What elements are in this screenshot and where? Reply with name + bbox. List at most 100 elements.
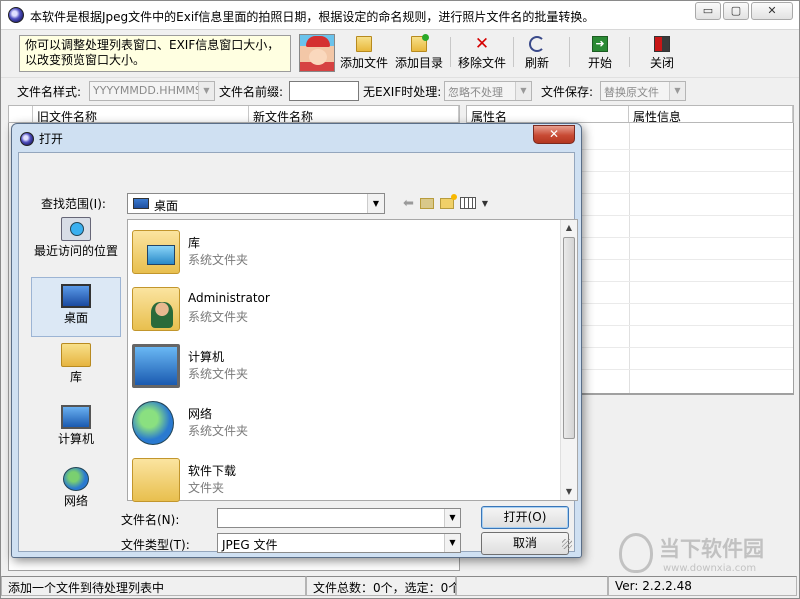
watermark-url: www.downxia.com [663,563,757,574]
close-app-button[interactable]: 关闭 [646,34,678,74]
list-item[interactable]: 软件下载 文件夹 [132,452,552,508]
save-mode-select[interactable]: 替换原文件 ▼ [600,81,686,101]
tip-text: 你可以调整处理列表窗口、EXIF信息窗口大小，以改变预览窗口大小。 [19,35,291,72]
chevron-down-icon: ▼ [198,82,214,100]
library-icon [132,230,180,274]
chevron-down-icon[interactable]: ▼ [482,199,488,208]
toolbar-separator [569,37,570,67]
dialog-close-button[interactable]: ✕ [533,125,575,144]
filename-prefix-label: 文件名前缀: [219,85,284,99]
add-folder-icon [411,34,429,52]
watermark: 当下软件园 www.downxia.com [619,531,795,579]
open-dialog: 打开 ✕ 查找范围(I): 桌面 ▼ ⬅ ▼ 最近访问的位置 桌面 库 计算机 … [11,123,582,558]
close-app-icon [654,36,670,52]
filename-prefix-input[interactable] [289,81,359,101]
place-desktop[interactable]: 桌面 [31,277,121,337]
file-browser-list[interactable]: 库 系统文件夹 Administrator 系统文件夹 计算机 系统文件夹 网络… [127,219,578,502]
scroll-up-icon[interactable]: ▲ [561,220,577,236]
place-library[interactable]: 库 [31,343,121,395]
look-in-value: 桌面 [154,199,179,213]
watermark-brand: 当下软件园 [659,537,764,561]
dialog-nav-toolbar: ⬅ ▼ [403,193,488,211]
recent-places-icon [61,217,91,241]
filename-pattern-select[interactable]: YYYYMMDD.HHMMSS ▼ [89,81,215,101]
cancel-button[interactable]: 取消 [481,532,569,555]
column-attr-info[interactable]: 属性信息 [629,106,793,122]
back-arrow-icon[interactable]: ⬅ [403,196,414,211]
chevron-down-icon: ▼ [367,194,384,213]
remove-icon: ✕ [474,34,490,54]
list-item[interactable]: 网络 系统文件夹 [132,395,552,451]
column-old-name[interactable]: 旧文件名称 [33,106,249,122]
filetype-select[interactable]: JPEG 文件 ▼ [217,533,461,553]
filename-label: 文件名(N): [121,513,180,527]
file-type: 系统文件夹 [188,424,249,438]
column-new-name[interactable]: 新文件名称 [249,106,459,122]
library-icon [61,343,91,367]
add-folder-button[interactable]: 添加目录 [394,34,444,74]
toolbar-separator [629,37,630,67]
chevron-down-icon: ▼ [444,509,460,527]
options-row: 文件名样式: YYYYMMDD.HHMMSS ▼ 文件名前缀: 无EXIF时处理… [1,77,799,102]
start-label: 开始 [587,56,612,70]
refresh-button[interactable]: 刷新 [519,34,555,74]
status-message: 添加一个文件到待处理列表中 [1,576,306,596]
file-type: 系统文件夹 [188,253,249,267]
column-attr-name[interactable]: 属性名 [467,106,629,122]
no-exif-label: 无EXIF时处理: [363,85,442,99]
start-icon: ➜ [592,36,608,52]
up-folder-icon[interactable] [419,197,434,209]
file-name: 库 [188,236,201,250]
file-name: 计算机 [188,350,225,364]
add-file-button[interactable]: 添加文件 [339,34,389,74]
filename-input[interactable]: ▼ [217,508,461,528]
list-item[interactable]: Administrator 系统文件夹 [132,281,552,337]
close-window-button[interactable]: ✕ [751,2,793,20]
file-type: 系统文件夹 [188,367,249,381]
app-icon [20,132,34,146]
save-mode-value: 替换原文件 [604,86,659,99]
chevron-down-icon: ▼ [444,534,460,552]
open-button[interactable]: 打开(O) [481,506,569,529]
list-column-check[interactable] [9,106,33,122]
dialog-title: 打开 [39,132,64,146]
toolbar: 你可以调整处理列表窗口、EXIF信息窗口大小，以改变预览窗口大小。 添加文件 添… [1,31,799,75]
place-label: 库 [69,370,82,384]
look-in-select[interactable]: 桌面 ▼ [127,193,385,214]
scroll-down-icon[interactable]: ▼ [561,484,577,500]
maximize-button[interactable]: ▢ [723,2,749,20]
folder-icon [132,458,180,502]
desktop-icon [61,284,91,308]
view-menu-icon[interactable] [459,197,476,209]
chevron-down-icon: ▼ [515,82,531,100]
new-folder-icon[interactable] [439,193,457,209]
list-item[interactable]: 库 系统文件夹 [132,224,552,280]
chevron-down-icon: ▼ [669,82,685,100]
scroll-thumb[interactable] [563,237,575,439]
start-button[interactable]: ➜ 开始 [584,34,616,74]
minimize-button[interactable]: ▭ [695,2,721,20]
file-name: 软件下载 [188,464,237,478]
remove-file-button[interactable]: ✕ 移除文件 [456,34,508,74]
window-title: 本软件是根据Jpeg文件中的Exif信息里面的拍照日期，根据设定的命名规则，进行… [30,10,595,24]
place-label: 计算机 [57,432,94,446]
file-type: 文件夹 [188,481,225,495]
place-network[interactable]: 网络 [31,467,121,519]
filetype-label: 文件类型(T): [121,538,190,552]
place-label: 最近访问的位置 [33,244,118,258]
vertical-scrollbar[interactable]: ▲ ▼ [560,220,577,500]
avatar [299,34,335,72]
place-label: 桌面 [63,311,88,325]
resize-grip[interactable] [562,539,572,549]
add-file-label: 添加文件 [339,56,388,70]
place-recent[interactable]: 最近访问的位置 [31,217,121,275]
exif-list-header: 属性名 属性信息 [466,105,794,123]
save-mode-label: 文件保存: [541,85,594,99]
close-app-label: 关闭 [649,56,674,70]
no-exif-select[interactable]: 忽略不处理 ▼ [444,81,532,101]
grid-line [629,123,630,393]
add-folder-label: 添加目录 [394,56,443,70]
place-computer[interactable]: 计算机 [31,405,121,457]
file-name: Administrator [188,291,270,305]
list-item[interactable]: 计算机 系统文件夹 [132,338,552,394]
